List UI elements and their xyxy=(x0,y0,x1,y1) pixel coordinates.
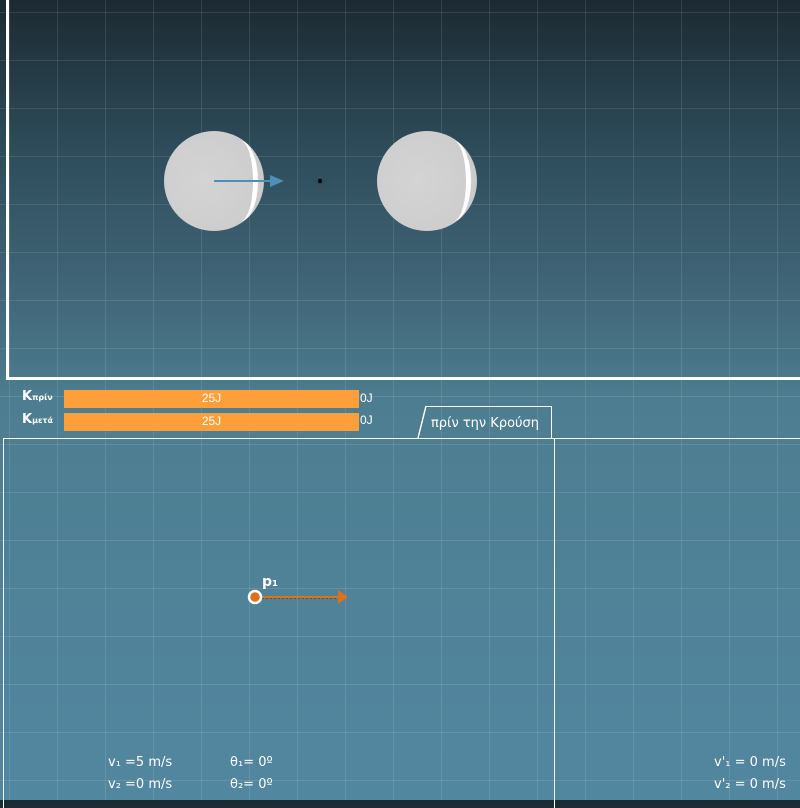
v2-after-readout: v'₂ = 0 m/s xyxy=(714,777,786,792)
kinetic-before-label: Kπρίν xyxy=(22,389,53,404)
kinetic-before-value: 25J xyxy=(201,391,222,405)
kinetic-after-value: 25J xyxy=(201,414,222,428)
tab-before-collision[interactable]: πρίν την Κρούση xyxy=(418,406,552,438)
kinetic-after-subscript: μετά xyxy=(32,416,54,425)
kinetic-after-end: 0J xyxy=(360,413,373,427)
velocity-arrow[interactable] xyxy=(214,175,284,187)
panel-top-divider xyxy=(552,438,800,439)
theta1-readout: θ₁= 0º xyxy=(230,755,273,770)
kinetic-before-end: 0J xyxy=(360,391,373,405)
v1-readout: v₁ =5 m/s xyxy=(108,755,173,770)
tab-before-collision-label: πρίν την Κρούση xyxy=(430,416,540,431)
kinetic-before-subscript: πρίν xyxy=(32,393,53,402)
theta2-readout: θ₂= 0º xyxy=(230,777,273,792)
kinetic-before-symbol: K xyxy=(22,389,33,404)
kinetic-before-bar: 25J xyxy=(64,390,359,408)
center-of-mass-dot xyxy=(317,178,323,184)
momentum-panel[interactable] xyxy=(3,438,555,808)
kinetic-after-symbol: K xyxy=(22,412,33,427)
v1-after-readout: v'₁ = 0 m/s xyxy=(714,755,786,770)
kinetic-after-label: Kμετά xyxy=(22,412,53,427)
v2-readout: v₂ =0 m/s xyxy=(108,777,173,792)
kinetic-after-bar: 25J xyxy=(64,413,359,431)
momentum-label: p₁ xyxy=(262,574,279,590)
